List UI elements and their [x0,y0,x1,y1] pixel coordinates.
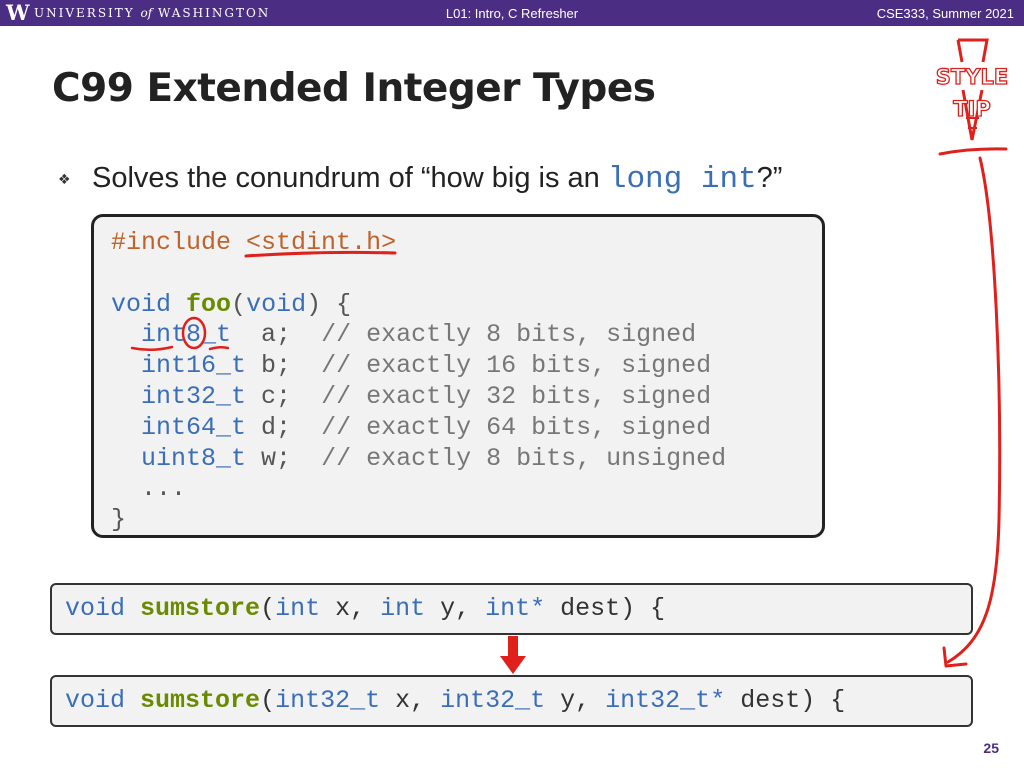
down-arrow-icon [500,636,526,674]
int8-underline-right [208,345,230,351]
style-tip-stamp-icon: STYLE TIP [935,38,1009,156]
stdint-underline [244,250,397,258]
int8-underline-left [130,345,174,351]
svg-text:TIP: TIP [953,97,991,121]
annotation-layer: STYLE TIP [130,38,1009,674]
curved-arrow-icon [946,156,1002,664]
svg-text:STYLE: STYLE [936,65,1008,89]
eight-circle [181,316,207,350]
page-number: 25 [983,740,999,756]
